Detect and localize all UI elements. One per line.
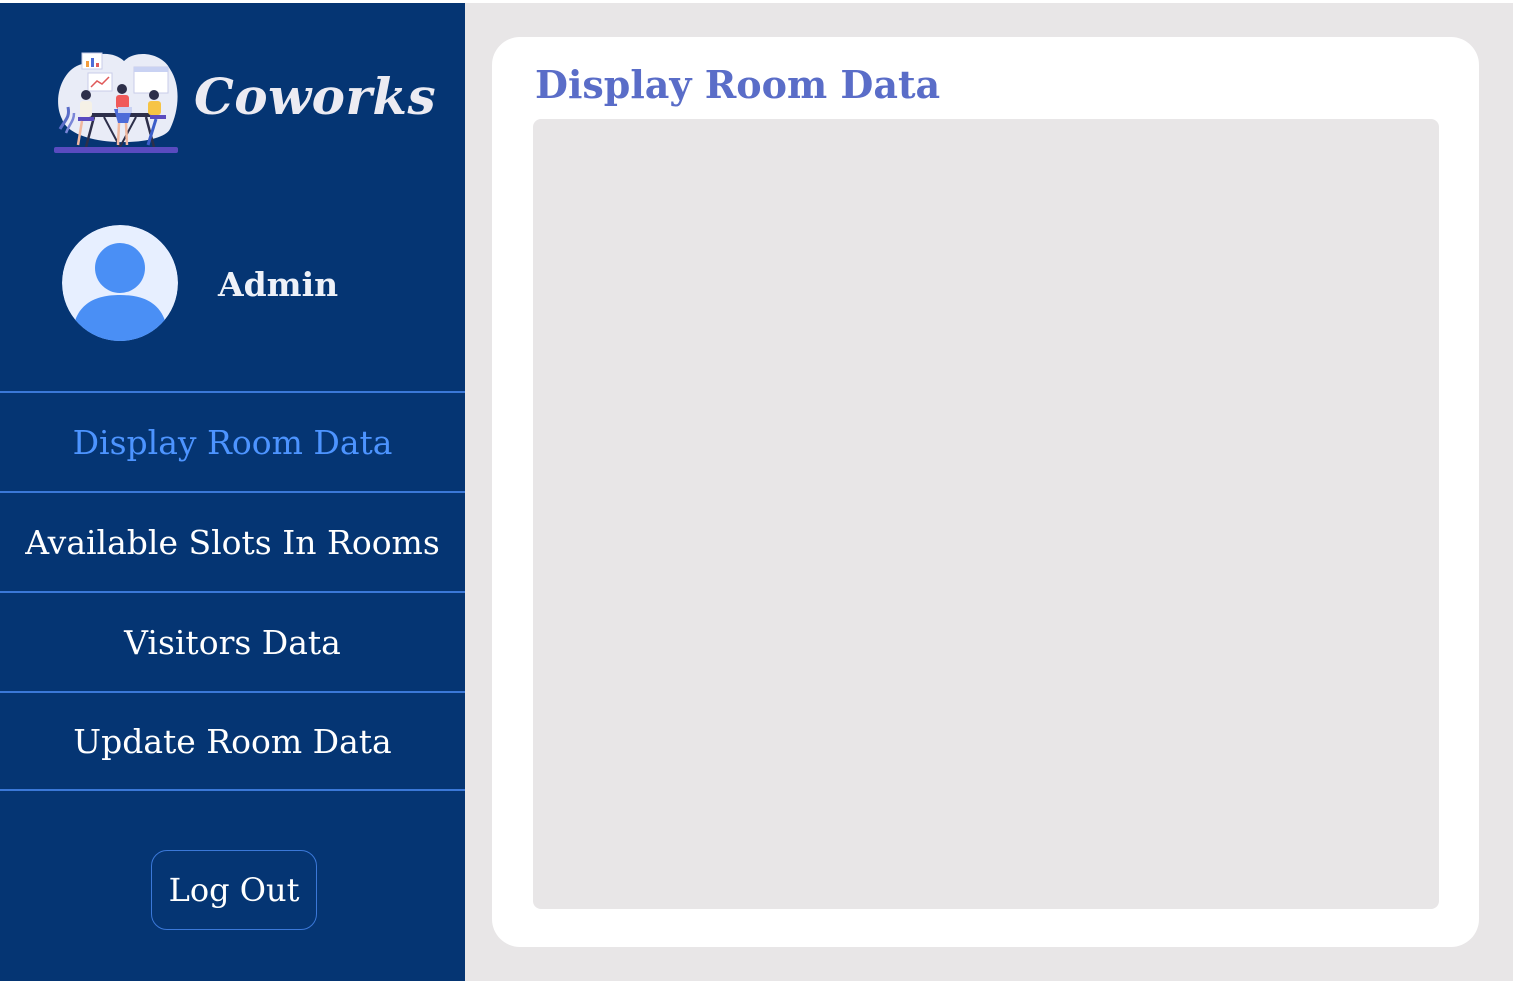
nav-update-room-data[interactable]: Update Room Data [0, 691, 465, 791]
brand-logo[interactable]: Coworks [52, 49, 436, 153]
brand-name: Coworks [194, 67, 437, 126]
content-card: Display Room Data [492, 37, 1479, 947]
logout-button[interactable]: Log Out [151, 850, 317, 930]
coworkers-illustration-icon [54, 52, 178, 153]
user-name: Admin [218, 265, 339, 304]
page-title: Display Room Data [535, 62, 941, 107]
nav-available-slots-in-rooms[interactable]: Available Slots In Rooms [0, 491, 465, 591]
nav-visitors-data[interactable]: Visitors Data [0, 591, 465, 691]
user-avatar-icon [62, 225, 178, 341]
sidebar: Coworks Admin Display Room Data Availabl… [0, 3, 465, 981]
user-profile: Admin [62, 225, 442, 343]
nav-display-room-data[interactable]: Display Room Data [0, 391, 465, 491]
room-data-panel [533, 119, 1439, 909]
sidebar-nav: Display Room Data Available Slots In Roo… [0, 391, 465, 791]
